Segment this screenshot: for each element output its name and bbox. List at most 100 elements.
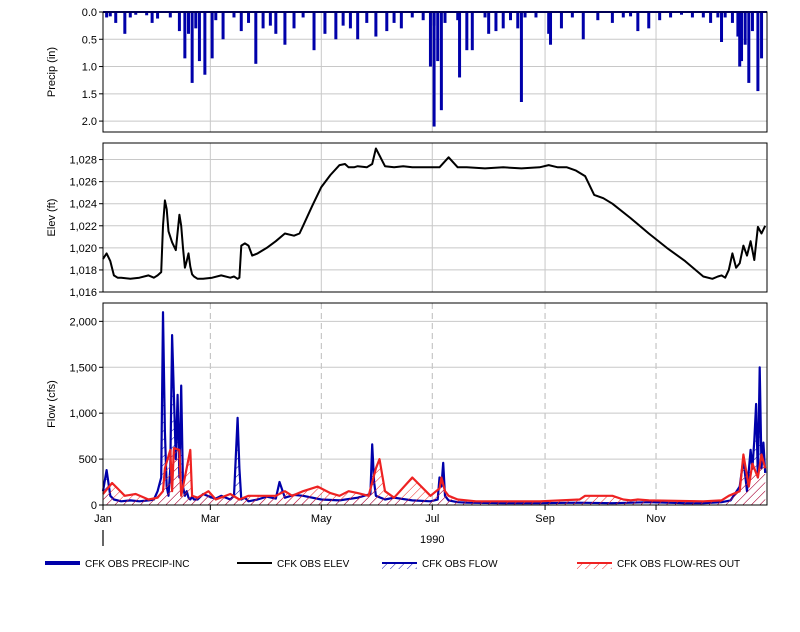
precip-bar [221,12,225,40]
precip-bar [283,12,287,45]
legend-item-1: CFK OBS PRECIP-INC [45,559,189,570]
y-tick-label: 1,018 [69,265,97,277]
precip-bar [596,12,600,21]
precip-bar [738,12,742,67]
panel-3: 0 500 1,000 1,500 2,000 Flow (cfs) Jan Mar May Ju… [46,302,768,546]
precip-bar [187,12,191,34]
precip-bar [190,12,194,83]
precip-bar [341,12,345,26]
y-tick-label: 1,020 [69,243,97,255]
y-tick-label: 0 [91,500,97,512]
y-tick-label: 0.5 [82,34,97,46]
precip-bar [519,12,523,102]
precip-bar [439,12,443,111]
x-tick-label: Mar [201,513,220,525]
y-tick-label: 1.5 [82,89,97,101]
precip-bar [421,12,425,21]
precip-bar [658,12,662,21]
precip-bar [743,12,747,45]
precip-bar [197,12,201,62]
legend-label: CFK OBS FLOW-RES OUT [617,559,740,570]
precip-bar [709,12,713,23]
precip-bar [636,12,640,32]
precip-bar [487,12,491,34]
legend-item-3: CFK OBS FLOW [382,559,498,570]
precip-bar [756,12,760,92]
precip-bar [150,12,154,23]
y-tick-label: 2.0 [82,116,97,128]
precip-bar [647,12,651,29]
precip-bar [760,12,764,59]
chart-svg: 0.0 0.5 1.0 1.5 2.0 Precip (in) 1,016 1,018 1,02… [45,7,768,570]
y-tick-label: 1,026 [69,177,97,189]
precip-bar [501,12,505,29]
precip-bar [323,12,327,34]
precip-bar [443,12,447,23]
y-tick-label: 1,500 [69,362,97,374]
precip-bar [730,12,734,23]
precip-bar [508,12,512,21]
precip-bar [470,12,474,51]
precip-bar [183,12,187,59]
precip-bar [581,12,585,40]
y-axis-label: Flow (cfs) [46,380,58,428]
precip-bar [458,12,462,78]
precip-bar [268,12,272,26]
panel-2: 1,016 1,018 1,020 1,022 1,024 1,026 1,028 Elev … [46,142,768,299]
precip-bar [365,12,369,23]
precip-bar [549,12,553,45]
precip-bar [720,12,724,42]
precip-bar [436,12,440,62]
precip-bar [392,12,396,23]
y-tick-label: 500 [79,454,97,466]
precip-bar [750,12,754,32]
precip-bar [210,12,214,59]
flow-area-2 [103,448,766,505]
legend-label: CFK OBS PRECIP-INC [85,559,189,570]
precip-bar [123,12,127,34]
y-tick-label: 1,022 [69,221,97,233]
precip-bar [247,12,251,23]
x-tick-label: Nov [646,513,666,525]
y-tick-label: 1,016 [69,287,97,299]
precip-bar [494,12,498,32]
y-tick-label: 1.0 [82,62,97,74]
precip-bar [114,12,118,23]
precip-bar [312,12,316,51]
y-axis-label: Elev (ft) [46,199,58,237]
precip-bar [516,12,520,29]
plot-frame [102,302,768,506]
panel-1: 0.0 0.5 1.0 1.5 2.0 Precip (in) [46,7,768,133]
precip-bar [465,12,469,51]
x-tick-label: May [311,513,332,525]
precip-bar [348,12,352,29]
x-tick-label: Sep [535,513,555,525]
y-tick-label: 2,000 [69,316,97,328]
legend-item-2: CFK OBS ELEV [237,559,350,570]
precip-bar [432,12,436,127]
x-axis-year-label: 1990 [420,534,444,546]
y-tick-label: 1,024 [69,199,97,211]
precip-bar [292,12,296,29]
precip-bar [274,12,278,34]
precip-bar [214,12,218,21]
legend: CFK OBS PRECIP-INC CFK OBS ELEV CFK OBS FL… [45,559,740,570]
y-axis-label: Precip (in) [46,47,58,97]
series-line-1 [101,311,767,505]
y-tick-label: 1,028 [69,155,97,167]
precip-bar [610,12,614,23]
legend-item-4: CFK OBS FLOW-RES OUT [577,559,740,570]
series-line-1 [102,147,767,280]
precip-bar [428,12,432,67]
precip-bar [385,12,389,32]
precip-bar [194,12,198,29]
y-tick-label: 0.0 [82,7,97,19]
y-tick-label: 1,000 [69,408,97,420]
precip-bar [254,12,258,64]
legend-label: CFK OBS ELEV [277,559,350,570]
precip-bar [356,12,360,40]
precip-bar [203,12,207,75]
precip-bar [374,12,378,37]
precip-bar [559,12,563,29]
flow-area-1 [103,312,766,505]
